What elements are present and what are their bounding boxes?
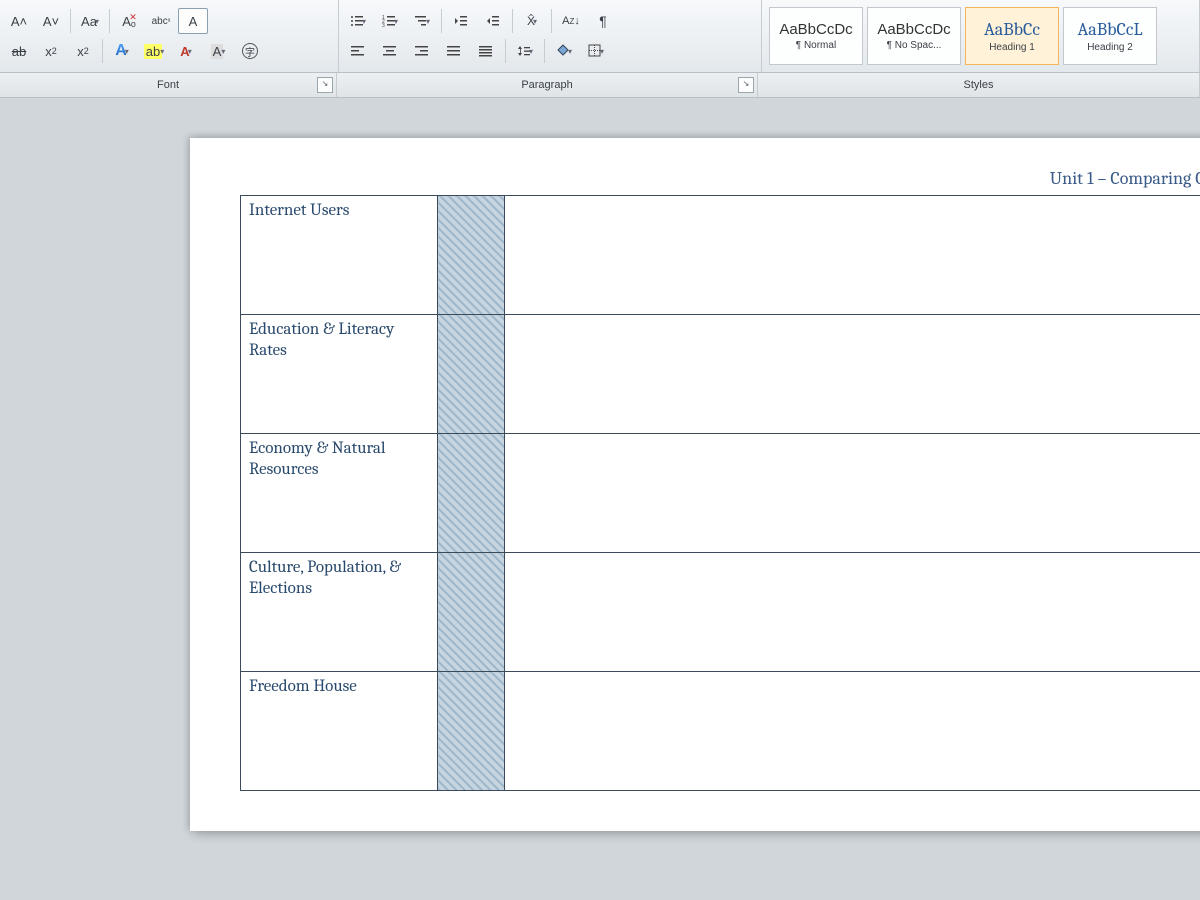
align-right-button[interactable] [407, 38, 437, 64]
line-spacing-button[interactable]: ▾ [510, 38, 540, 64]
row-marker[interactable] [438, 553, 505, 672]
bullets-button[interactable]: ▾ [343, 8, 373, 34]
enclose-char-button[interactable]: 字 [235, 38, 265, 64]
row-label[interactable]: Economy & Natural Resources [241, 434, 438, 553]
row-marker[interactable] [438, 315, 505, 434]
styles-label: Styles [758, 73, 1200, 97]
font-color-button[interactable]: A▾ [171, 38, 201, 64]
justify-button[interactable] [439, 38, 469, 64]
distribute-button[interactable] [471, 38, 501, 64]
document-area[interactable]: Unit 1 – Comparing Governments Mod Inter… [0, 98, 1200, 900]
table-row: Culture, Population, & Elections [241, 553, 1200, 672]
paragraph-group: ▾ 123▾ ▾ X̂▾ AZ↓ ¶ ▾ ▾ ▾ [339, 0, 762, 72]
style-heading1[interactable]: AaBbCc Heading 1 [965, 7, 1059, 65]
align-left-button[interactable] [343, 38, 373, 64]
row-content[interactable] [505, 434, 1200, 553]
grow-font-button[interactable]: A˄ [4, 8, 34, 34]
shrink-font-button[interactable]: A˅ [36, 8, 66, 34]
sort-button[interactable]: AZ↓ [556, 8, 586, 34]
row-content[interactable] [505, 315, 1200, 434]
table-row: Education & Literacy Rates [241, 315, 1200, 434]
row-marker[interactable] [438, 434, 505, 553]
change-case-button[interactable]: Aa▾ [75, 8, 105, 34]
decrease-indent-button[interactable] [446, 8, 476, 34]
page[interactable]: Unit 1 – Comparing Governments Mod Inter… [190, 138, 1200, 831]
font-group: A˄ A˅ Aa▾ Aₒ✕ abcᵃ A ab x2 x2 A▾ ab▾ A▾ … [0, 0, 339, 72]
style-heading2[interactable]: AaBbCcL Heading 2 [1063, 7, 1157, 65]
row-content[interactable] [505, 553, 1200, 672]
show-marks-button[interactable]: ¶ [588, 8, 618, 34]
numbering-button[interactable]: 123▾ [375, 8, 405, 34]
phonetic-guide-button[interactable]: abcᵃ [146, 8, 176, 34]
text-effects-button[interactable]: A▾ [107, 38, 137, 64]
borders-button[interactable]: ▾ [581, 38, 611, 64]
style-no-spacing[interactable]: AaBbCcDc ¶ No Spac... [867, 7, 961, 65]
increase-indent-button[interactable] [478, 8, 508, 34]
subscript-button[interactable]: x2 [36, 38, 66, 64]
styles-group: AaBbCcDc ¶ Normal AaBbCcDc ¶ No Spac... … [762, 0, 1200, 72]
row-content[interactable] [505, 672, 1200, 791]
row-marker[interactable] [438, 672, 505, 791]
table-row: Economy & Natural Resources [241, 434, 1200, 553]
highlight-button[interactable]: ab▾ [139, 38, 169, 64]
multilevel-list-button[interactable]: ▾ [407, 8, 437, 34]
char-border-button[interactable]: A [178, 8, 208, 34]
shading-button[interactable]: ▾ [549, 38, 579, 64]
row-label[interactable]: Culture, Population, & Elections [241, 553, 438, 672]
comparison-table[interactable]: Internet Users Education & Literacy Rate… [240, 195, 1200, 791]
ribbon: A˄ A˅ Aa▾ Aₒ✕ abcᵃ A ab x2 x2 A▾ ab▾ A▾ … [0, 0, 1200, 73]
row-label[interactable]: Freedom House [241, 672, 438, 791]
table-row: Freedom House [241, 672, 1200, 791]
strikethrough-button[interactable]: ab [4, 38, 34, 64]
document-header: Unit 1 – Comparing Governments Mod [240, 168, 1200, 189]
row-label[interactable]: Education & Literacy Rates [241, 315, 438, 434]
row-marker[interactable] [438, 196, 505, 315]
align-center-button[interactable] [375, 38, 405, 64]
font-dialog-launcher-icon[interactable]: ↘ [317, 77, 333, 93]
superscript-button[interactable]: x2 [68, 38, 98, 64]
clear-format-button[interactable]: Aₒ✕ [114, 8, 144, 34]
ribbon-labels: Font↘ Paragraph↘ Styles [0, 73, 1200, 98]
style-normal[interactable]: AaBbCcDc ¶ Normal [769, 7, 863, 65]
char-shading-button[interactable]: A▾ [203, 38, 233, 64]
paragraph-dialog-launcher-icon[interactable]: ↘ [738, 77, 754, 93]
table-row: Internet Users [241, 196, 1200, 315]
paragraph-label: Paragraph↘ [337, 73, 758, 97]
row-label[interactable]: Internet Users [241, 196, 438, 315]
font-label: Font↘ [0, 73, 337, 97]
asian-layout-button[interactable]: X̂▾ [517, 8, 547, 34]
row-content[interactable] [505, 196, 1200, 315]
svg-text:3: 3 [382, 23, 385, 28]
